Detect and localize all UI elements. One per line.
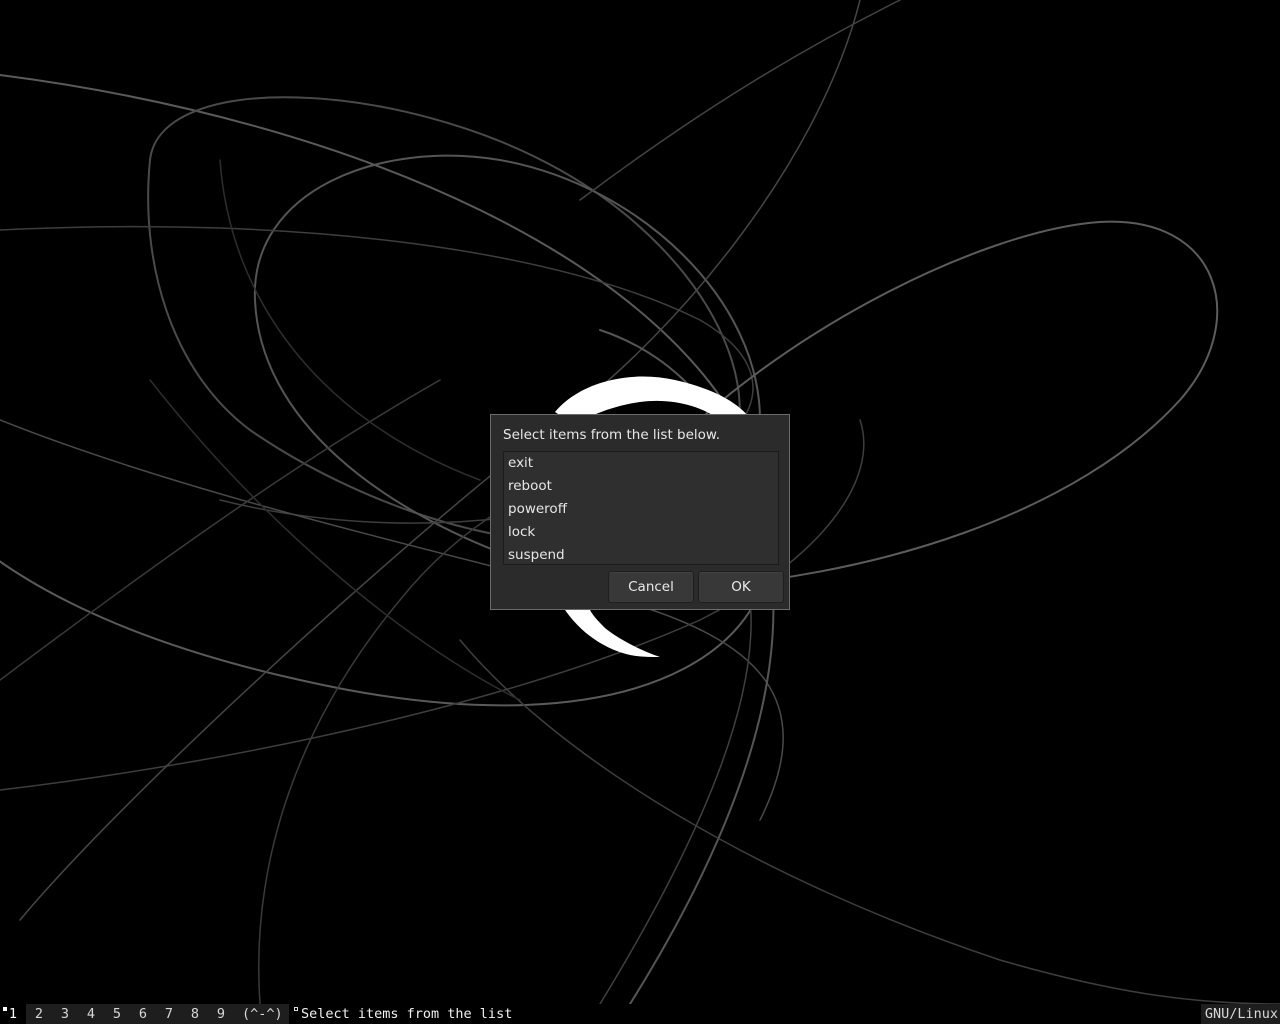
list-item[interactable]: exit bbox=[504, 452, 778, 475]
workspace-tag-label: 1 bbox=[8, 1006, 18, 1022]
wallpaper-curve bbox=[149, 379, 521, 701]
workspace-tag-9[interactable]: 9 bbox=[208, 1004, 234, 1024]
select-items-dialog: Select items from the list below. exit r… bbox=[490, 414, 790, 610]
workspace-tag-label: 6 bbox=[138, 1006, 148, 1022]
workspace-tag-label: 5 bbox=[112, 1006, 122, 1022]
workspace-tag-8[interactable]: 8 bbox=[182, 1004, 208, 1024]
desktop[interactable]: Select items from the list below. exit r… bbox=[0, 0, 1280, 1004]
cancel-button[interactable]: Cancel bbox=[608, 571, 694, 603]
workspace-tag-7[interactable]: 7 bbox=[156, 1004, 182, 1024]
window-title-text: Select items from the list bbox=[301, 1006, 513, 1022]
item-list[interactable]: exit reboot poweroff lock suspend bbox=[503, 451, 779, 565]
wallpaper-curve bbox=[459, 639, 1280, 1004]
workspace-tag-3[interactable]: 3 bbox=[52, 1004, 78, 1024]
status-bar: 1 2 3 4 5 6 7 8 9 (^-^) Select items fro… bbox=[0, 1004, 1280, 1024]
list-item[interactable]: lock bbox=[504, 521, 778, 544]
list-item[interactable]: poweroff bbox=[504, 498, 778, 521]
layout-indicator[interactable]: (^-^) bbox=[234, 1004, 289, 1024]
ok-button[interactable]: OK bbox=[698, 571, 784, 603]
status-text: GNU/Linux bbox=[1200, 1004, 1280, 1024]
workspace-tag-label: 2 bbox=[34, 1006, 44, 1022]
workspace-tag-2[interactable]: 2 bbox=[26, 1004, 52, 1024]
floating-window-icon bbox=[294, 1007, 298, 1011]
dialog-prompt: Select items from the list below. bbox=[503, 427, 721, 443]
workspace-tag-label: 4 bbox=[86, 1006, 96, 1022]
workspace-tag-4[interactable]: 4 bbox=[78, 1004, 104, 1024]
window-title: Select items from the list bbox=[292, 1004, 512, 1024]
workspace-tag-1[interactable]: 1 bbox=[0, 1004, 26, 1024]
workspace-tag-6[interactable]: 6 bbox=[130, 1004, 156, 1024]
list-item[interactable]: suspend bbox=[504, 544, 778, 564]
list-item[interactable]: reboot bbox=[504, 475, 778, 498]
workspace-tag-label: 8 bbox=[190, 1006, 200, 1022]
wallpaper-curve bbox=[599, 599, 752, 1004]
occupied-marker-icon bbox=[3, 1007, 7, 1011]
workspace-tag-label: 7 bbox=[164, 1006, 174, 1022]
workspace-tags: 1 2 3 4 5 6 7 8 9 (^-^) bbox=[0, 1004, 289, 1024]
workspace-tag-label: 3 bbox=[60, 1006, 70, 1022]
wallpaper-curve bbox=[219, 159, 481, 481]
workspace-tag-5[interactable]: 5 bbox=[104, 1004, 130, 1024]
workspace-tag-label: 9 bbox=[216, 1006, 226, 1022]
